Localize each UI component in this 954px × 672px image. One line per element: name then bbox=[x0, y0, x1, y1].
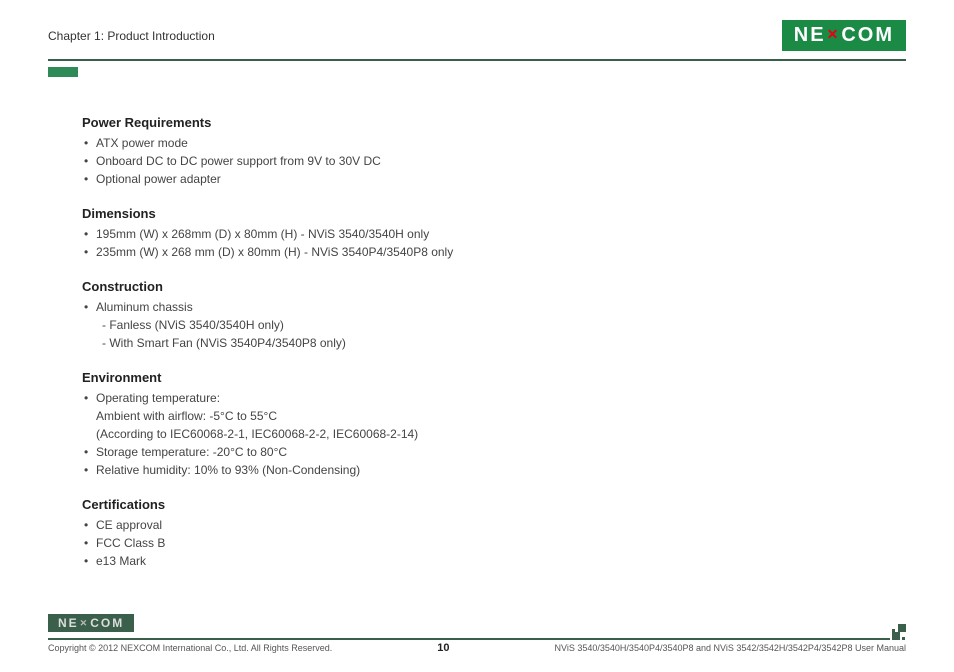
list-subitem: (According to IEC60068-2-1, IEC60068-2-2… bbox=[96, 425, 906, 443]
header-rule bbox=[48, 59, 906, 61]
list-item: 195mm (W) x 268mm (D) x 80mm (H) - NViS … bbox=[96, 225, 906, 243]
logo-x-icon: ✕ bbox=[80, 618, 90, 629]
section-heading: Certifications bbox=[82, 497, 906, 512]
list-item: 235mm (W) x 268 mm (D) x 80mm (H) - NViS… bbox=[96, 243, 906, 261]
section-heading: Construction bbox=[82, 279, 906, 294]
page-footer: NE✕COM Copyright © 2012 NEXCOM Internati… bbox=[48, 614, 906, 654]
list-item: Storage temperature: -20°C to 80°C bbox=[96, 443, 906, 461]
list-item: Aluminum chassis bbox=[96, 298, 906, 316]
section-construction: Construction Aluminum chassis - Fanless … bbox=[82, 279, 906, 352]
list-item: CE approval bbox=[96, 516, 906, 534]
logo-x-icon: ✕ bbox=[827, 26, 841, 43]
section-dimensions: Dimensions 195mm (W) x 268mm (D) x 80mm … bbox=[82, 206, 906, 261]
section-certifications: Certifications CE approval FCC Class B e… bbox=[82, 497, 906, 570]
list-item: Optional power adapter bbox=[96, 170, 906, 188]
section-heading: Power Requirements bbox=[82, 115, 906, 130]
chapter-title: Chapter 1: Product Introduction bbox=[48, 29, 215, 43]
section-heading: Environment bbox=[82, 370, 906, 385]
list-item: Relative humidity: 10% to 93% (Non-Conde… bbox=[96, 461, 906, 479]
list-subitem: - With Smart Fan (NViS 3540P4/3540P8 onl… bbox=[96, 334, 906, 352]
list-item: FCC Class B bbox=[96, 534, 906, 552]
nexcom-logo: NE✕COM bbox=[782, 20, 906, 51]
section-heading: Dimensions bbox=[82, 206, 906, 221]
footer-rule bbox=[48, 638, 890, 640]
list-item: Operating temperature: bbox=[96, 389, 906, 407]
list-item: e13 Mark bbox=[96, 552, 906, 570]
footer-decoration bbox=[892, 624, 906, 632]
list-subitem: - Fanless (NViS 3540/3540H only) bbox=[96, 316, 906, 334]
section-environment: Environment Operating temperature: Ambie… bbox=[82, 370, 906, 479]
accent-bar bbox=[48, 67, 78, 77]
section-power: Power Requirements ATX power mode Onboar… bbox=[82, 115, 906, 188]
page-number: 10 bbox=[437, 642, 449, 654]
copyright-text: Copyright © 2012 NEXCOM International Co… bbox=[48, 643, 332, 653]
list-item: ATX power mode bbox=[96, 134, 906, 152]
list-subitem: Ambient with airflow: -5°C to 55°C bbox=[96, 407, 906, 425]
footer-nexcom-logo: NE✕COM bbox=[48, 614, 134, 632]
footer-decoration bbox=[892, 632, 906, 640]
content-body: Power Requirements ATX power mode Onboar… bbox=[48, 115, 906, 570]
list-item: Onboard DC to DC power support from 9V t… bbox=[96, 152, 906, 170]
manual-title: NViS 3540/3540H/3540P4/3540P8 and NViS 3… bbox=[555, 643, 906, 653]
